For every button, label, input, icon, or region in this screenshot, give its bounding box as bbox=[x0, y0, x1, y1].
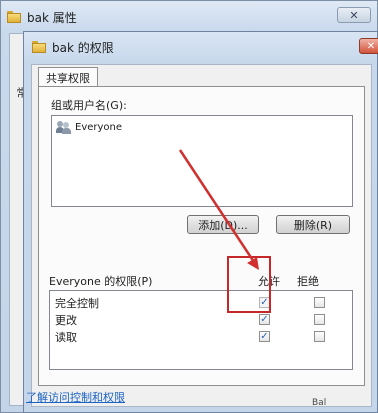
permission-name: 完全控制 bbox=[55, 297, 99, 310]
allow-checkbox-change[interactable]: ✓ bbox=[259, 314, 270, 325]
tab-panel: 组或用户名(G): Everyone 添加(D)... 删除(R) Everyo… bbox=[38, 86, 365, 386]
user-name: Everyone bbox=[75, 121, 123, 133]
permission-row-change: 更改 ✓ bbox=[50, 311, 352, 327]
back-window-close-button[interactable]: ✕ bbox=[337, 7, 371, 23]
deny-checkbox-change[interactable] bbox=[314, 314, 325, 325]
dialog-close-button[interactable]: ✕ bbox=[359, 38, 378, 54]
permissions-dialog: bak 的权限 ✕ 共享权限 组或用户名(G): Everyone 添加(D).… bbox=[23, 31, 378, 413]
add-button[interactable]: 添加(D)... bbox=[187, 215, 259, 234]
dialog-title: bak 的权限 bbox=[52, 40, 114, 55]
remove-button[interactable]: 删除(R) bbox=[276, 215, 350, 234]
tab-share-permissions[interactable]: 共享权限 bbox=[38, 67, 98, 87]
allow-checkbox-read[interactable]: ✓ bbox=[259, 331, 270, 342]
dialog-content: 共享权限 组或用户名(G): Everyone 添加(D)... 删除(R) E… bbox=[31, 64, 372, 407]
tab-label: 共享权限 bbox=[46, 71, 90, 85]
permissions-list: 完全控制 ✓ 更改 ✓ 读取 ✓ bbox=[49, 290, 353, 370]
permissions-title: Everyone 的权限(P) bbox=[49, 275, 153, 288]
deny-checkbox-read[interactable] bbox=[314, 331, 325, 342]
deny-checkbox-full-control[interactable] bbox=[314, 297, 325, 308]
back-window-title: bak 属性 bbox=[27, 10, 77, 25]
folder-icon bbox=[32, 41, 46, 53]
watermark-text: Bal bbox=[312, 398, 327, 408]
deny-column-header: 拒绝 bbox=[297, 275, 319, 288]
dialog-titlebar: bak 的权限 bbox=[32, 36, 114, 58]
group-label: 组或用户名(G): bbox=[51, 99, 127, 112]
help-link[interactable]: 了解访问控制和权限 bbox=[26, 389, 125, 405]
users-icon bbox=[56, 120, 72, 134]
user-list[interactable]: Everyone bbox=[51, 115, 353, 207]
permission-row-full-control: 完全控制 ✓ bbox=[50, 294, 352, 310]
annotation-highlight-box bbox=[227, 256, 271, 313]
back-window-titlebar: bak 属性 bbox=[7, 6, 77, 28]
permission-name: 读取 bbox=[55, 331, 77, 344]
list-item[interactable]: Everyone bbox=[56, 120, 122, 134]
close-icon: ✕ bbox=[349, 8, 359, 22]
permission-name: 更改 bbox=[55, 314, 77, 327]
close-icon: ✕ bbox=[366, 40, 376, 52]
permission-row-read: 读取 ✓ bbox=[50, 328, 352, 344]
folder-icon bbox=[7, 11, 21, 23]
